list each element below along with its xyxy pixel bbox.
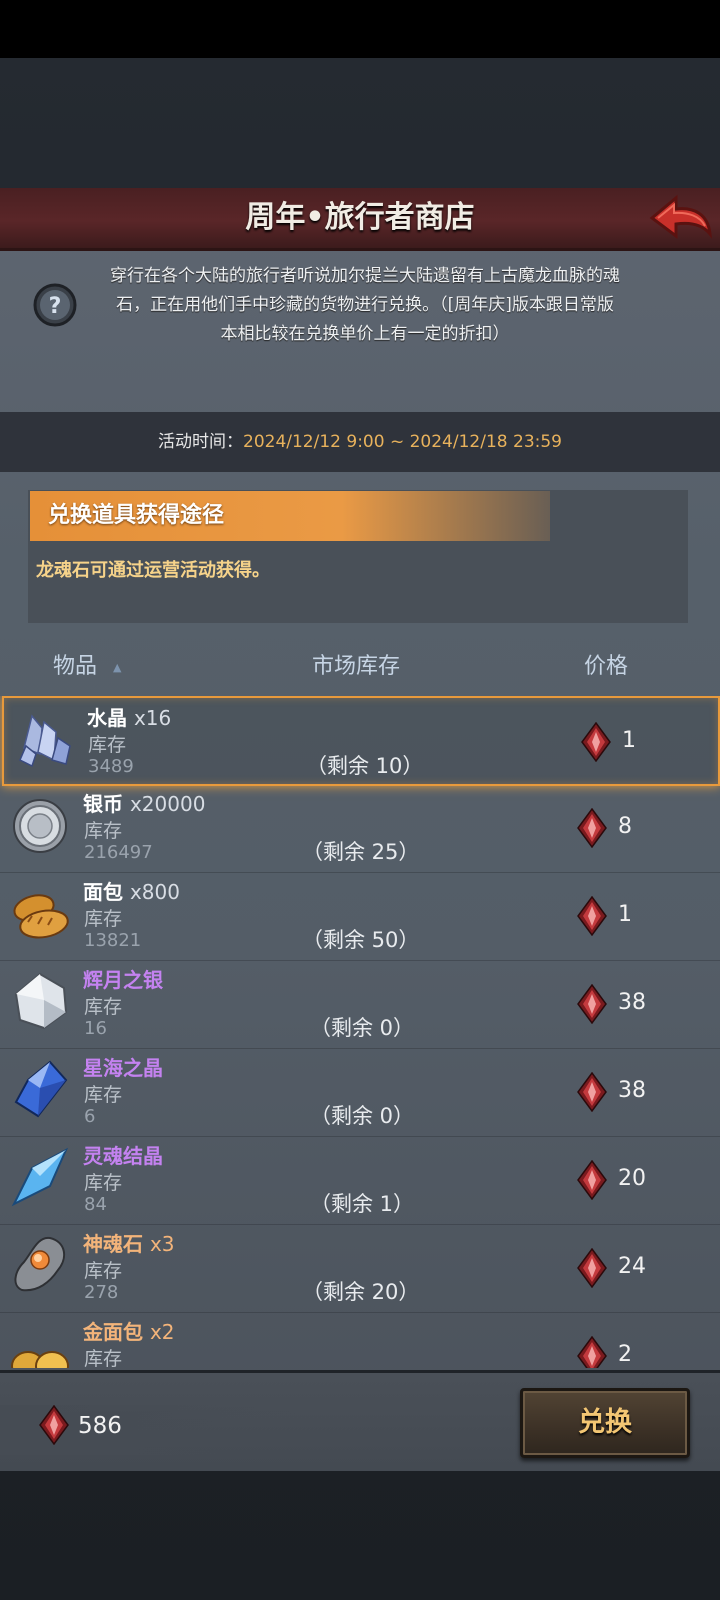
stock-value: 84 — [84, 1194, 107, 1215]
dragon-soul-stone-icon — [577, 984, 607, 1024]
intro-line: 本相比较在兑换单价上有一定的折扣） — [220, 324, 510, 344]
star-crystal-icon — [14, 1060, 68, 1118]
stock-label: 库存 — [84, 908, 123, 930]
event-time-label: 活动时间： — [158, 432, 243, 452]
stock-value: 216497 — [84, 842, 153, 863]
soul-crystal-icon — [11, 1147, 69, 1207]
item-row-crystal[interactable]: 水晶 x16 库存 3489 （剩余 10） 1 — [2, 696, 720, 786]
intro-line: 石，正在用他们手中珍藏的货物进行兑换。（[周年庆]版本跟日常版 — [116, 295, 614, 315]
remaining-count: （剩余 10） — [306, 754, 424, 778]
stock-value: 16 — [84, 1018, 107, 1039]
price-value: 24 — [618, 1254, 646, 1279]
stock-value: 13821 — [84, 930, 142, 951]
column-market-stock: 市场库存 — [312, 654, 401, 679]
stock-value: 3489 — [88, 756, 134, 777]
acquire-info-header: 兑换道具获得途径 — [30, 491, 550, 541]
item-row-bread[interactable]: 面包 x800 库存 13821 （剩余 50） 1 — [0, 872, 720, 961]
event-time-bar: 活动时间：2024/12/12 9:00 ~ 2024/12/18 23:59 — [0, 412, 720, 472]
item-name: 银币 x20000 — [83, 792, 206, 816]
price-value: 1 — [622, 728, 636, 753]
price-value: 38 — [618, 1078, 646, 1103]
dragon-soul-stone-icon — [577, 896, 607, 936]
stock-label: 库存 — [84, 996, 123, 1018]
remaining-count: （剩余 0） — [310, 1016, 415, 1040]
item-name: 灵魂结晶 — [83, 1144, 163, 1168]
back-arrow-icon — [649, 194, 713, 239]
stock-value: 278 — [84, 1282, 119, 1303]
silver-coin-icon — [13, 799, 67, 853]
item-name: 神魂石 x3 — [83, 1232, 175, 1256]
item-row-golden-bread[interactable]: 金面包 x2 库存 2 — [0, 1312, 720, 1368]
item-row-star-crystal[interactable]: 星海之晶 库存 6 （剩余 0） 38 — [0, 1048, 720, 1137]
dragon-soul-stone-icon — [581, 722, 611, 762]
price-value: 38 — [618, 990, 646, 1015]
item-row-divine-stone[interactable]: 神魂石 x3 库存 278 （剩余 20） 24 — [0, 1224, 720, 1313]
remaining-count: （剩余 50） — [302, 928, 420, 952]
intro-line: 穿行在各个大陆的旅行者听说加尔提兰大陆遗留有上古魔龙血脉的魂 — [110, 266, 620, 286]
dragon-soul-stone-icon — [577, 1072, 607, 1112]
item-row-silver-coin[interactable]: 银币 x20000 库存 216497 （剩余 25） 8 — [0, 784, 720, 873]
svg-text:?: ? — [49, 294, 62, 319]
stock-label: 库存 — [88, 734, 127, 756]
crystal-icon — [19, 714, 71, 768]
table-header: 物品 ▲ 市场库存 价格 — [0, 642, 720, 692]
remaining-count: （剩余 20） — [302, 1280, 420, 1304]
golden-bread-icon — [11, 1351, 69, 1368]
remaining-count: （剩余 25） — [302, 840, 420, 864]
dragon-soul-stone-icon — [39, 1405, 69, 1445]
bread-icon — [13, 894, 69, 939]
price-value: 1 — [618, 902, 632, 927]
help-button[interactable]: ? — [32, 282, 78, 328]
event-time-value: 2024/12/12 9:00 ~ 2024/12/18 23:59 — [243, 432, 562, 452]
back-button[interactable] — [648, 194, 714, 246]
dragon-soul-stone-icon — [577, 1160, 607, 1200]
item-name: 金面包 x2 — [83, 1320, 175, 1344]
currency-balance: 586 — [78, 1413, 122, 1439]
price-value: 8 — [618, 814, 632, 839]
stock-label: 库存 — [84, 820, 123, 842]
price-value: 2 — [618, 1342, 632, 1367]
item-list[interactable]: 水晶 x16 库存 3489 （剩余 10） 1 银币 x20000 库存 21… — [0, 696, 720, 1368]
stock-value: 6 — [84, 1106, 96, 1127]
stock-label: 库存 — [84, 1084, 123, 1106]
dragon-soul-stone-icon — [577, 1248, 607, 1288]
item-name: 面包 x800 — [83, 880, 180, 904]
stock-label: 库存 — [84, 1260, 123, 1282]
remaining-count: （剩余 1） — [310, 1192, 415, 1216]
dragon-soul-stone-icon — [577, 1336, 607, 1368]
sort-asc-icon[interactable]: ▲ — [113, 643, 121, 693]
price-value: 20 — [618, 1166, 646, 1191]
page-title: 周年•旅行者商店 — [245, 200, 475, 235]
item-row-soul-crystal[interactable]: 灵魂结晶 库存 84 （剩余 1） 20 — [0, 1136, 720, 1225]
dragon-soul-stone-icon — [577, 808, 607, 848]
column-item[interactable]: 物品 — [53, 642, 97, 692]
column-price: 价格 — [584, 654, 629, 679]
acquire-info-body: 龙魂石可通过运营活动获得。 — [36, 560, 270, 581]
divine-stone-icon — [14, 1236, 66, 1292]
moon-silver-icon — [14, 972, 68, 1030]
status-bar-area — [0, 0, 720, 58]
intro-description: 穿行在各个大陆的旅行者听说加尔提兰大陆遗留有上古魔龙血脉的魂 石，正在用他们手中… — [85, 262, 645, 349]
stock-label: 库存 — [84, 1348, 123, 1368]
exchange-button[interactable]: 兑换 — [520, 1388, 690, 1458]
item-row-moon-silver[interactable]: 辉月之银 库存 16 （剩余 0） 38 — [0, 960, 720, 1049]
item-name: 辉月之银 — [83, 968, 163, 992]
question-icon: ? — [33, 283, 77, 327]
remaining-count: （剩余 0） — [310, 1104, 415, 1128]
item-name: 水晶 x16 — [87, 706, 172, 730]
item-name: 星海之晶 — [83, 1056, 163, 1080]
title-bar: 周年•旅行者商店 — [0, 188, 720, 251]
stock-label: 库存 — [84, 1172, 123, 1194]
